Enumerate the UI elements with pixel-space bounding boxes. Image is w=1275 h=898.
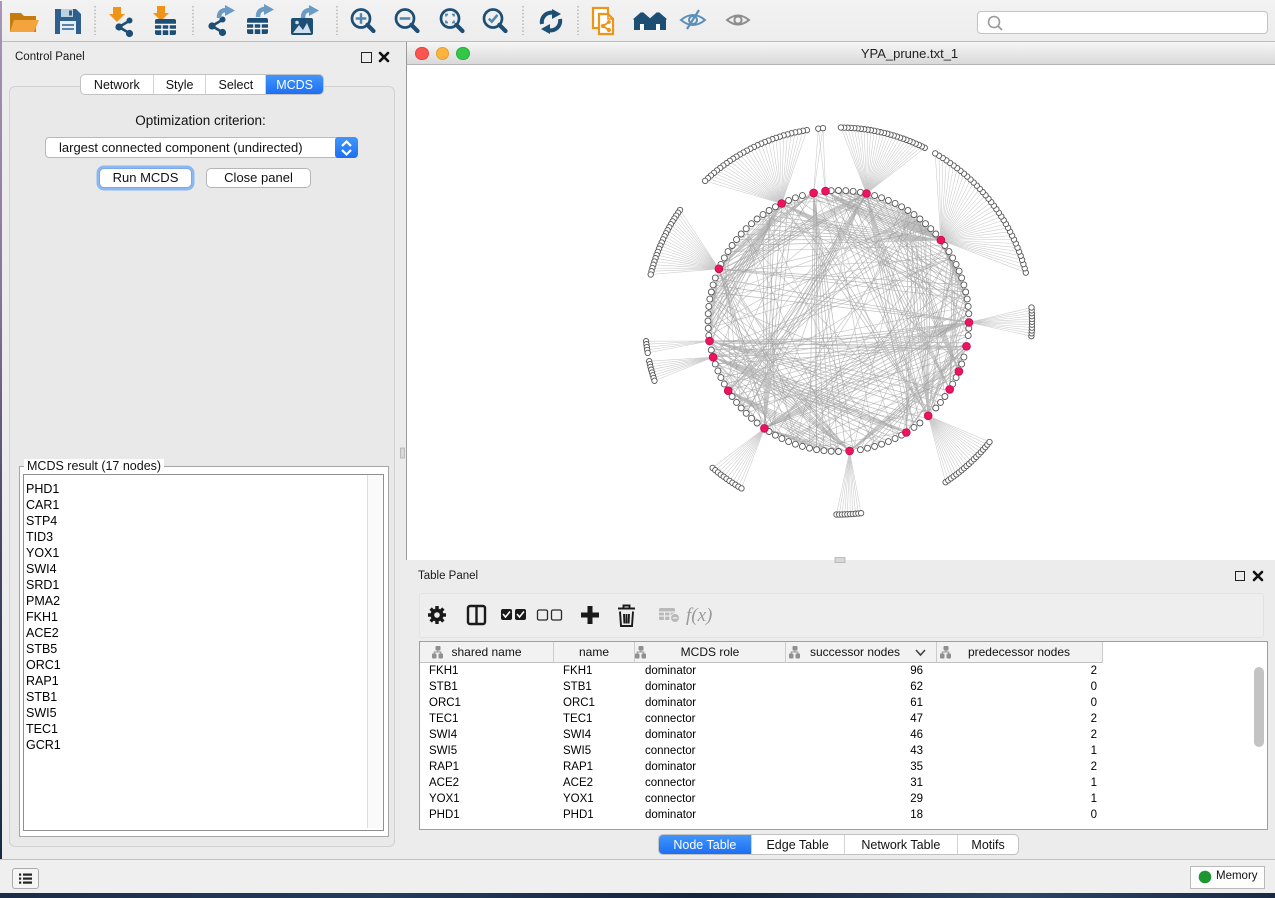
svg-text:f(x): f(x) xyxy=(686,605,712,626)
